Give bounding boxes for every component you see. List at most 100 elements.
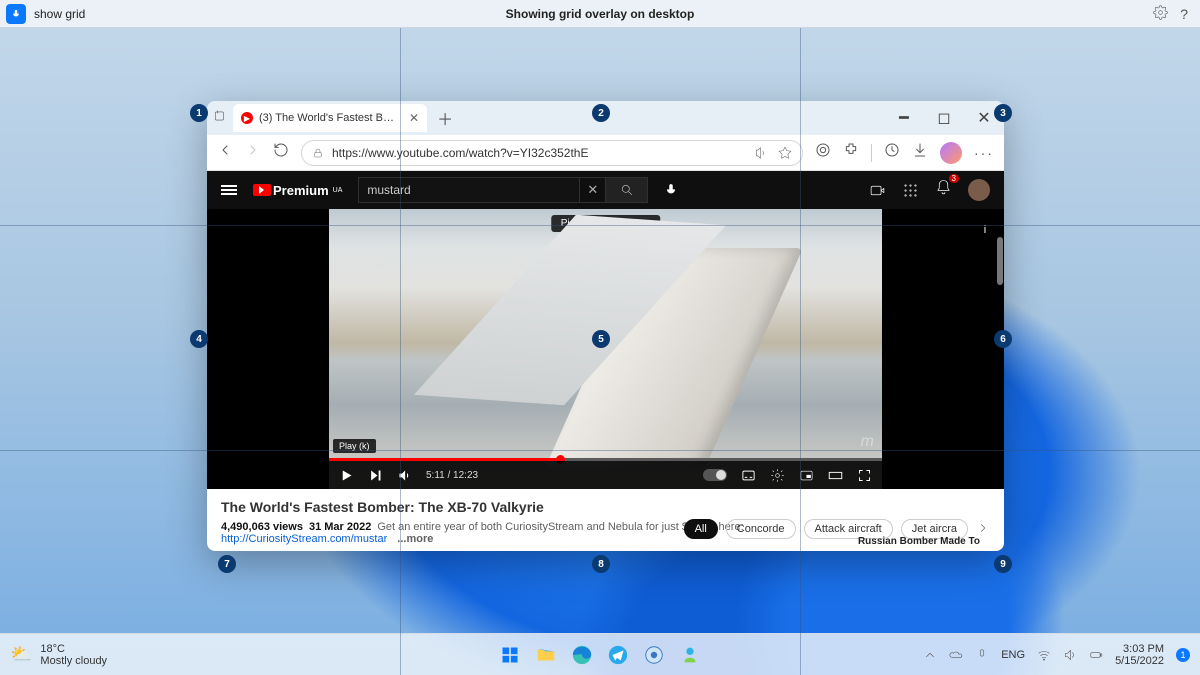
system-tray: ENG 3:03 PM 5/15/2022 1	[923, 643, 1190, 667]
description-link[interactable]: http://CuriosityStream.com/mustar	[221, 533, 387, 545]
voice-help-icon[interactable]: ?	[1180, 6, 1188, 22]
file-explorer-icon[interactable]	[531, 640, 561, 670]
voice-access-icon[interactable]	[675, 640, 705, 670]
apps-icon[interactable]	[902, 182, 919, 199]
edge-browser-window: ▶ (3) The World's Fastest Bomber: ✕ ＋ ━ …	[207, 101, 1004, 551]
pip-tooltip: Picture in picture	[551, 215, 660, 232]
logo-region: UA	[333, 187, 343, 194]
onedrive-icon[interactable]	[949, 648, 963, 662]
wifi-icon[interactable]	[1037, 648, 1051, 662]
youtube-search: ✕	[358, 177, 648, 203]
related-video-title[interactable]: Russian Bomber Made To	[858, 536, 980, 547]
chip-all[interactable]: All	[684, 519, 718, 539]
taskbar-apps	[495, 640, 705, 670]
weather-condition: Mostly cloudy	[40, 655, 107, 667]
settings-button[interactable]	[770, 468, 785, 483]
back-button[interactable]	[217, 142, 233, 163]
tracking-prevention-icon[interactable]	[815, 142, 831, 163]
video-metadata: The World's Fastest Bomber: The XB-70 Va…	[207, 489, 1004, 551]
autoplay-toggle[interactable]	[703, 469, 727, 481]
grid-cell-2[interactable]: 2	[592, 104, 610, 122]
create-icon[interactable]	[869, 182, 886, 199]
start-button[interactable]	[495, 640, 525, 670]
logo-text: Premium	[273, 183, 329, 198]
captions-button[interactable]	[741, 468, 756, 483]
microphone-icon[interactable]	[6, 4, 26, 24]
more-button[interactable]: ...more	[397, 533, 433, 545]
clock[interactable]: 3:03 PM 5/15/2022	[1115, 643, 1164, 667]
youtube-play-icon	[253, 184, 271, 196]
grid-cell-3[interactable]: 3	[994, 104, 1012, 122]
chip-concorde[interactable]: Concorde	[726, 519, 796, 539]
theater-button[interactable]	[828, 468, 843, 483]
tray-chevron-icon[interactable]	[923, 648, 937, 662]
address-bar[interactable]: https://www.youtube.com/watch?v=YI32c352…	[301, 140, 803, 166]
channel-avatar[interactable]	[968, 179, 990, 201]
video-title: The World's Fastest Bomber: The XB-70 Va…	[221, 499, 990, 515]
tray-mic-icon[interactable]	[975, 648, 989, 662]
grid-cell-6[interactable]: 6	[994, 330, 1012, 348]
browser-tab[interactable]: ▶ (3) The World's Fastest Bomber: ✕	[233, 104, 427, 132]
minimize-button[interactable]: ━	[884, 101, 924, 135]
player-left-pillar	[207, 209, 329, 489]
search-input[interactable]	[358, 177, 580, 203]
read-aloud-icon[interactable]	[754, 146, 768, 160]
scrollbar-thumb[interactable]	[997, 237, 1003, 285]
search-button[interactable]	[606, 177, 648, 203]
video-player[interactable]: Picture in picture Play (k) m 5:11 / 12:…	[207, 209, 1004, 489]
chips-scroll-right-icon[interactable]	[976, 521, 990, 538]
refresh-button[interactable]	[273, 142, 289, 163]
profile-avatar[interactable]	[940, 142, 962, 164]
grid-cell-5[interactable]: 5	[592, 330, 610, 348]
info-card-icon[interactable]: i	[976, 221, 994, 239]
notifications-icon[interactable]: 3	[935, 179, 952, 201]
extensions-icon[interactable]	[843, 142, 859, 163]
voice-settings-icon[interactable]	[1153, 5, 1168, 23]
publish-date: 31 Mar 2022	[309, 521, 371, 533]
next-button[interactable]	[368, 468, 383, 483]
speaker-icon[interactable]	[1063, 648, 1077, 662]
new-tab-button[interactable]: ＋	[437, 106, 453, 130]
downloads-icon[interactable]	[912, 142, 928, 163]
weather-widget[interactable]: ⛅ 18°C Mostly cloudy	[10, 643, 107, 667]
voice-search-icon[interactable]	[664, 183, 678, 197]
language-indicator[interactable]: ENG	[1001, 649, 1025, 661]
taskbar: ⛅ 18°C Mostly cloudy ENG	[0, 633, 1200, 675]
volume-button[interactable]	[397, 468, 412, 483]
fullscreen-button[interactable]	[857, 468, 872, 483]
youtube-logo[interactable]: Premium UA	[253, 183, 342, 198]
menu-icon[interactable]	[221, 183, 237, 197]
toolbar-separator	[871, 144, 872, 162]
notification-center-badge[interactable]: 1	[1176, 648, 1190, 662]
grid-cell-8[interactable]: 8	[592, 555, 610, 573]
browser-menu-icon[interactable]: ···	[974, 145, 994, 161]
grid-cell-9[interactable]: 9	[994, 555, 1012, 573]
play-button[interactable]	[339, 468, 354, 483]
grid-cell-4[interactable]: 4	[190, 330, 208, 348]
edge-icon[interactable]	[567, 640, 597, 670]
forward-button[interactable]	[245, 142, 261, 163]
site-info-icon[interactable]	[312, 147, 324, 159]
battery-icon[interactable]	[1089, 648, 1103, 662]
maximize-button[interactable]: ◻	[924, 101, 964, 135]
clear-search-icon[interactable]: ✕	[580, 177, 606, 203]
favorite-icon[interactable]	[778, 146, 792, 160]
channel-watermark[interactable]: m	[861, 433, 874, 451]
play-shortcut-hint: Play (k)	[333, 439, 376, 453]
voice-status-text: Showing grid overlay on desktop	[506, 7, 695, 21]
grid-cell-7[interactable]: 7	[218, 555, 236, 573]
tab-actions-icon[interactable]	[213, 109, 227, 128]
settings-app-icon[interactable]	[639, 640, 669, 670]
youtube-page: Premium UA ✕ 3	[207, 171, 1004, 551]
miniplayer-button[interactable]	[799, 468, 814, 483]
telegram-icon[interactable]	[603, 640, 633, 670]
grid-cell-1[interactable]: 1	[190, 104, 208, 122]
close-tab-icon[interactable]: ✕	[409, 111, 419, 125]
clock-date: 5/15/2022	[1115, 655, 1164, 667]
voice-command-text: show grid	[34, 7, 85, 21]
weather-temp: 18°C	[40, 643, 107, 655]
video-frame[interactable]: Picture in picture Play (k) m 5:11 / 12:…	[329, 209, 882, 489]
player-right-pillar: i	[882, 209, 1004, 489]
history-icon[interactable]	[884, 142, 900, 163]
player-controls: 5:11 / 12:23	[329, 461, 882, 489]
